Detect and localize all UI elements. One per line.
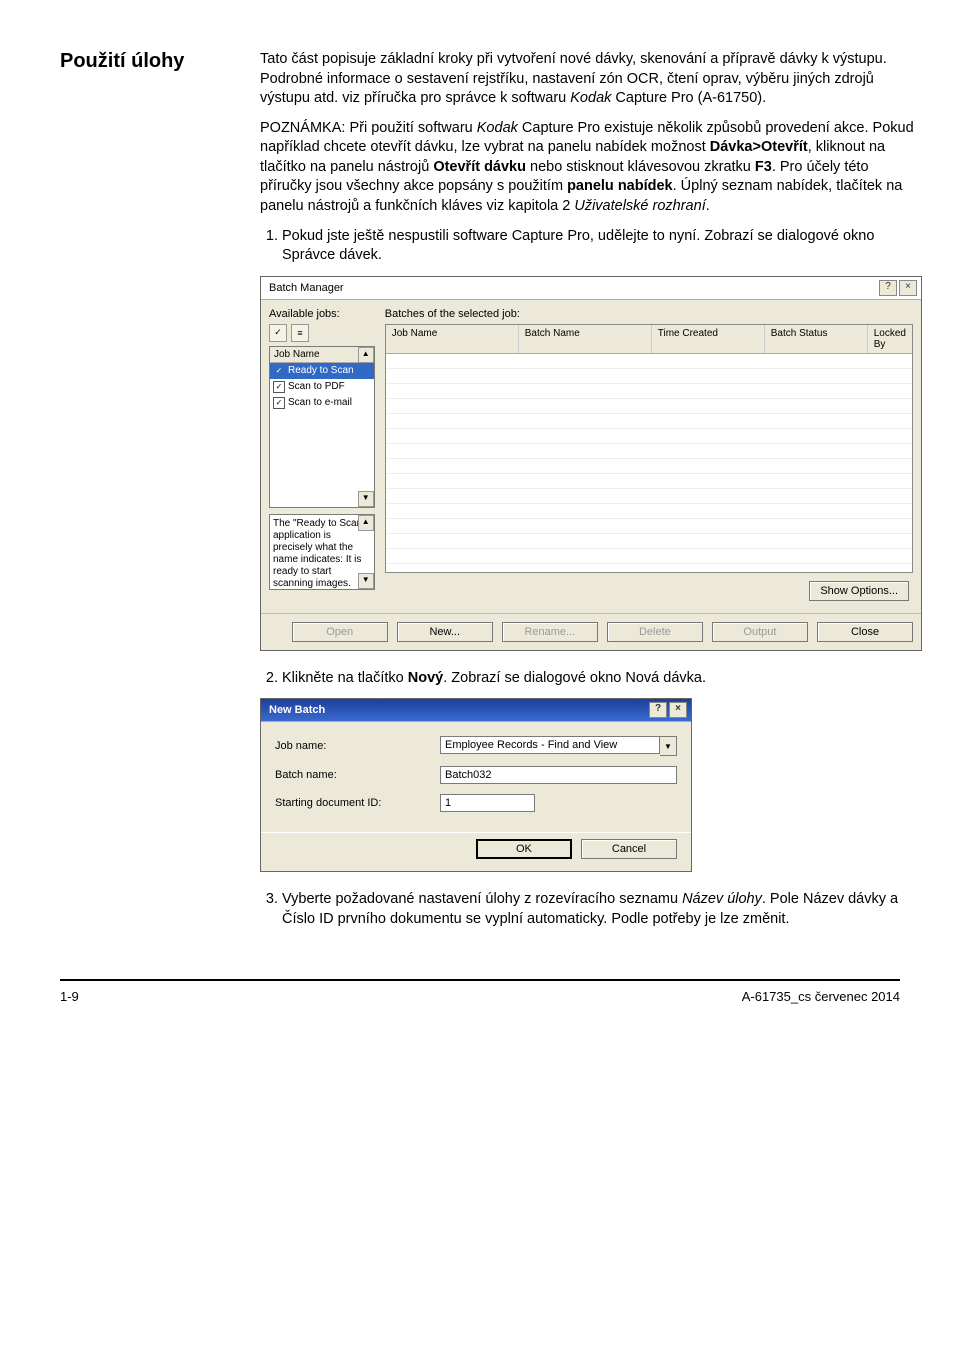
table-row (386, 459, 912, 474)
table-row (386, 519, 912, 534)
help-icon[interactable]: ? (649, 702, 667, 718)
step-3: Vyberte požadované nastavení úlohy z roz… (282, 890, 922, 929)
batch-name-label: Batch name: (275, 769, 440, 781)
new-batch-dialog: New Batch ? × Job name: Employee Records… (260, 698, 692, 872)
table-row (386, 474, 912, 489)
intro-kodak: Kodak (570, 90, 611, 106)
job-item-ready[interactable]: ✓Ready to Scan (270, 363, 374, 379)
close-button[interactable]: Close (817, 622, 913, 642)
table-row (386, 414, 912, 429)
note-b: Kodak (477, 120, 518, 136)
note-label: POZNÁMKA: (260, 120, 349, 136)
open-button[interactable]: Open (292, 622, 388, 642)
job-name-select[interactable]: Employee Records - Find and View (440, 736, 660, 754)
close-icon[interactable]: × (899, 280, 917, 296)
output-button[interactable]: Output (712, 622, 808, 642)
show-options-button[interactable]: Show Options... (809, 581, 909, 601)
step-2c: . Zobrazí se dialogové okno Nová dávka. (443, 670, 706, 686)
section-title: Použití úlohy (60, 50, 230, 73)
page-footer: 1-9 A-61735_cs červenec 2014 (60, 979, 900, 1004)
note-f: Otevřít dávku (433, 159, 526, 175)
step-2: Klikněte na tlačítko Nový. Zobrazí se di… (282, 669, 922, 689)
job-description: The "Ready to Scan" application is preci… (269, 514, 375, 590)
footer-page-number: 1-9 (60, 989, 79, 1004)
batch-name-input[interactable]: Batch032 (440, 766, 677, 784)
ok-button[interactable]: OK (476, 839, 572, 859)
job-item-pdf[interactable]: ✓Scan to PDF (270, 379, 374, 395)
chevron-down-icon[interactable]: ▼ (660, 736, 677, 756)
batch-manager-footer: Open New... Rename... Delete Output Clos… (261, 613, 921, 650)
col-time[interactable]: Time Created (652, 325, 765, 353)
note-l: Uživatelské rozhraní (574, 198, 705, 214)
job-item-email[interactable]: ✓Scan to e-mail (270, 395, 374, 411)
help-icon[interactable]: ? (879, 280, 897, 296)
table-row (386, 429, 912, 444)
batch-manager-dialog: Batch Manager ? × Available jobs: ✓ ≡ (260, 276, 922, 651)
col-status[interactable]: Batch Status (765, 325, 868, 353)
list-icon[interactable]: ≡ (291, 324, 309, 342)
available-jobs-label: Available jobs: (269, 308, 375, 320)
table-row (386, 369, 912, 384)
table-row (386, 354, 912, 369)
scroll-down-icon[interactable]: ▼ (358, 491, 374, 507)
batches-label: Batches of the selected job: (385, 308, 913, 320)
job-name-label: Job name: (275, 740, 440, 752)
step-3a: Vyberte požadované nastavení úlohy z roz… (282, 891, 682, 907)
new-batch-title: New Batch (269, 704, 325, 716)
note-paragraph: POZNÁMKA: Při použití softwaru Kodak Cap… (260, 119, 922, 217)
note-d: Dávka>Otevřít (710, 139, 808, 155)
footer-doc-id: A-61735_cs červenec 2014 (742, 989, 900, 1004)
batch-table[interactable]: Job Name Batch Name Time Created Batch S… (385, 324, 913, 573)
intro-paragraph: Tato část popisuje základní kroky při vy… (260, 50, 922, 109)
desc-scroll-up-icon[interactable]: ▲ (358, 515, 374, 531)
starting-id-input[interactable]: 1 (440, 794, 535, 812)
note-g: nebo stisknout klávesovou zkratku (526, 159, 755, 175)
col-jobname[interactable]: Job Name (386, 325, 519, 353)
batch-manager-title: Batch Manager (269, 282, 344, 294)
note-a: Při použití softwaru (349, 120, 476, 136)
step-1: Pokud jste ještě nespustili software Cap… (282, 227, 922, 266)
note-j: panelu nabídek (567, 178, 673, 194)
new-batch-titlebar: New Batch ? × (261, 699, 691, 722)
rename-button[interactable]: Rename... (502, 622, 598, 642)
intro-text-2: Capture Pro (A-61750). (611, 90, 766, 106)
new-button[interactable]: New... (397, 622, 493, 642)
filter-icon[interactable]: ✓ (269, 324, 287, 342)
cancel-button[interactable]: Cancel (581, 839, 677, 859)
delete-button[interactable]: Delete (607, 622, 703, 642)
table-row (386, 489, 912, 504)
scroll-up-icon[interactable]: ▲ (358, 347, 374, 363)
step-2a: Klikněte na tlačítko (282, 670, 408, 686)
step-3b: Název úlohy (682, 891, 762, 907)
table-row (386, 444, 912, 459)
table-row (386, 399, 912, 414)
table-row (386, 504, 912, 519)
close-icon[interactable]: × (669, 702, 687, 718)
table-row (386, 384, 912, 399)
starting-id-label: Starting document ID: (275, 797, 440, 809)
job-list[interactable]: Job Name ✓Ready to Scan ✓Scan to PDF ✓Sc… (269, 346, 375, 508)
batch-manager-titlebar: Batch Manager ? × (261, 277, 921, 300)
step-2b: Nový (408, 670, 443, 686)
note-h: F3 (755, 159, 772, 175)
col-locked[interactable]: Locked By (868, 325, 912, 353)
col-batchname[interactable]: Batch Name (519, 325, 652, 353)
desc-scroll-down-icon[interactable]: ▼ (358, 573, 374, 589)
note-m: . (706, 198, 710, 214)
table-row (386, 549, 912, 564)
table-row (386, 534, 912, 549)
